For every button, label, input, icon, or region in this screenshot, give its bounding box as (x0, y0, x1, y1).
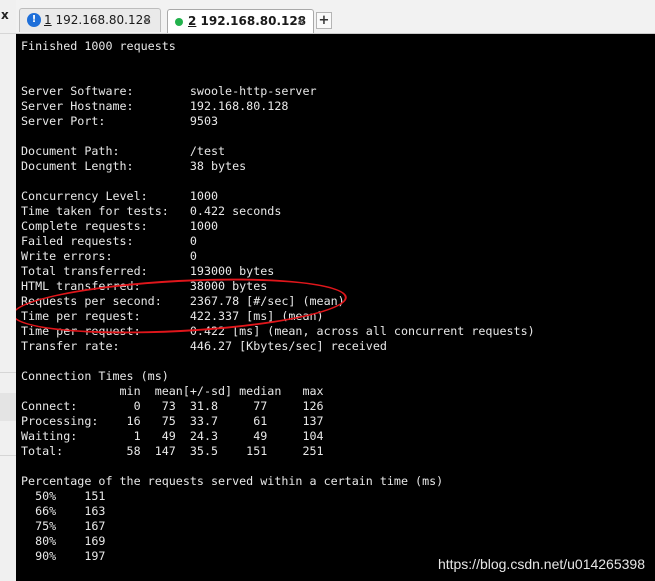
terminal-line: Server Hostname: 192.168.80.128 (21, 99, 289, 113)
terminal-line: 75% 167 (21, 519, 106, 533)
terminal-line: Waiting: 1 49 24.3 49 104 (21, 429, 324, 443)
divider (0, 372, 16, 373)
terminal-line: Failed requests: 0 (21, 234, 197, 248)
new-tab-button[interactable]: + (316, 12, 332, 29)
tab-session-1[interactable]: ! 1 192.168.80.128 × (19, 8, 161, 32)
tab-label: 1 192.168.80.128 (44, 13, 151, 27)
terminal-line: 50% 151 (21, 489, 106, 503)
terminal-line: Finished 1000 requests (21, 39, 176, 53)
panel-item[interactable] (0, 393, 16, 421)
terminal-line: Document Length: 38 bytes (21, 159, 247, 173)
warning-icon: ! (27, 13, 41, 27)
terminal-line: Server Port: 9503 (21, 114, 219, 128)
terminal-line: Write errors: 0 (21, 249, 197, 263)
terminal-line: Connection Times (ms) (21, 369, 169, 383)
close-icon[interactable]: x (1, 8, 9, 22)
terminal-line: Complete requests: 1000 (21, 219, 219, 233)
terminal-line: Connect: 0 73 31.8 77 126 (21, 399, 324, 413)
divider (0, 33, 16, 34)
terminal-line: 66% 163 (21, 504, 106, 518)
terminal-line: Concurrency Level: 1000 (21, 189, 219, 203)
terminal-line: min mean[+/-sd] median max (21, 384, 324, 398)
terminal-line: Processing: 16 75 33.7 61 137 (21, 414, 324, 428)
terminal-line: 80% 169 (21, 534, 106, 548)
divider (0, 455, 16, 456)
terminal-line: Server Software: swoole-http-server (21, 84, 317, 98)
tab-label: 2 192.168.80.128 (188, 14, 307, 28)
terminal-line: Document Path: /test (21, 144, 226, 158)
terminal-line: Percentage of the requests served within… (21, 474, 444, 488)
terminal-line: Time taken for tests: 0.422 seconds (21, 204, 282, 218)
tab-close-icon[interactable]: × (142, 13, 152, 27)
green-status-dot-icon (175, 18, 183, 26)
tab-close-icon[interactable]: × (296, 14, 306, 28)
tab-session-2[interactable]: 2 192.168.80.128 × (167, 9, 314, 33)
terminal-line: Total: 58 147 35.5 151 251 (21, 444, 324, 458)
terminal-line: Total transferred: 193000 bytes (21, 264, 275, 278)
terminal-output[interactable]: Finished 1000 requests Server Software: s… (16, 34, 655, 581)
watermark: https://blog.csdn.net/u014265398 (437, 556, 645, 572)
terminal-line: Transfer rate: 446.27 [Kbytes/sec] recei… (21, 339, 387, 353)
left-panel: x (0, 0, 17, 581)
tab-bar: ! 1 192.168.80.128 × 2 192.168.80.128 × … (16, 0, 655, 34)
